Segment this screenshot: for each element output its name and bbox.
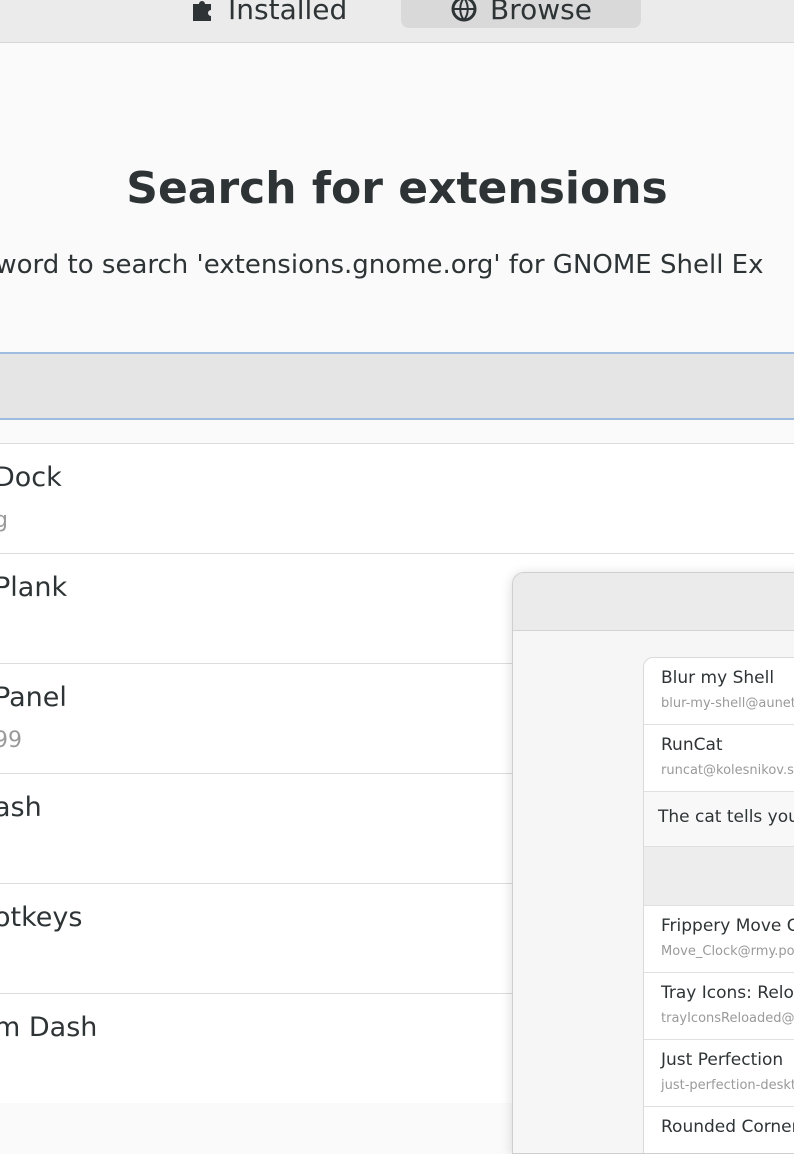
list-item[interactable]: Frippery Move Clock Move_Clock@rmy.pobox… (644, 906, 794, 973)
globe-icon (450, 0, 478, 23)
list-item[interactable]: Dock g (0, 443, 794, 553)
tab-browse[interactable]: Browse (401, 0, 641, 28)
header-bar: Installed Browse (0, 0, 794, 43)
list-item[interactable]: Just Perfection just-perfection-desktop (644, 1040, 794, 1107)
list-item[interactable]: Blur my Shell blur-my-shell@aunetx (644, 658, 794, 725)
extension-row-spacer (644, 847, 794, 906)
puzzle-icon (190, 0, 216, 22)
result-name: Dock (0, 462, 62, 493)
result-name: otkeys (0, 902, 83, 933)
extension-id: Move_Clock@rmy.pobox.com (661, 944, 794, 959)
tab-installed-label: Installed (228, 0, 348, 26)
preview-window: Blur my Shell blur-my-shell@aunetx RunCa… (512, 572, 794, 1154)
preview-extension-list: Blur my Shell blur-my-shell@aunetx RunCa… (643, 657, 794, 1153)
list-item[interactable]: Tray Icons: Reloaded trayIconsReloaded@s… (644, 973, 794, 1040)
extension-id: just-perfection-desktop (661, 1078, 794, 1093)
page-description: eyword to search 'extensions.gnome.org' … (0, 250, 764, 280)
list-item[interactable]: Rounded Corners (644, 1107, 794, 1153)
extension-name: Rounded Corners (661, 1117, 794, 1137)
tab-browse-label: Browse (490, 0, 592, 26)
list-item[interactable]: RunCat runcat@kolesnikov.se (644, 725, 794, 792)
extension-name: Just Perfection (661, 1050, 784, 1070)
extension-description-text: The cat tells you the (658, 807, 794, 827)
page-title: Search for extensions (126, 163, 668, 214)
result-name: Panel (0, 682, 67, 713)
extension-name: Frippery Move Clock (661, 916, 794, 936)
extension-id: runcat@kolesnikov.se (661, 763, 794, 778)
result-name: ash (0, 792, 42, 823)
extension-id: trayIconsReloaded@selfmade (661, 1011, 794, 1026)
extension-description: The cat tells you the (644, 792, 794, 847)
extension-name: RunCat (661, 735, 723, 755)
extension-name: Tray Icons: Reloaded (661, 983, 794, 1003)
result-name: Plank (0, 572, 68, 603)
tab-installed[interactable]: Installed (190, 0, 347, 28)
result-name: m Dash (0, 1012, 98, 1043)
result-subtitle: 99 (0, 728, 22, 753)
result-subtitle: g (0, 508, 8, 533)
search-placeholder-page: Search for extensions eyword to search '… (0, 43, 794, 351)
preview-window-header (513, 573, 794, 631)
extension-id: blur-my-shell@aunetx (661, 696, 794, 711)
search-input[interactable] (0, 352, 794, 420)
extension-name: Blur my Shell (661, 668, 775, 688)
